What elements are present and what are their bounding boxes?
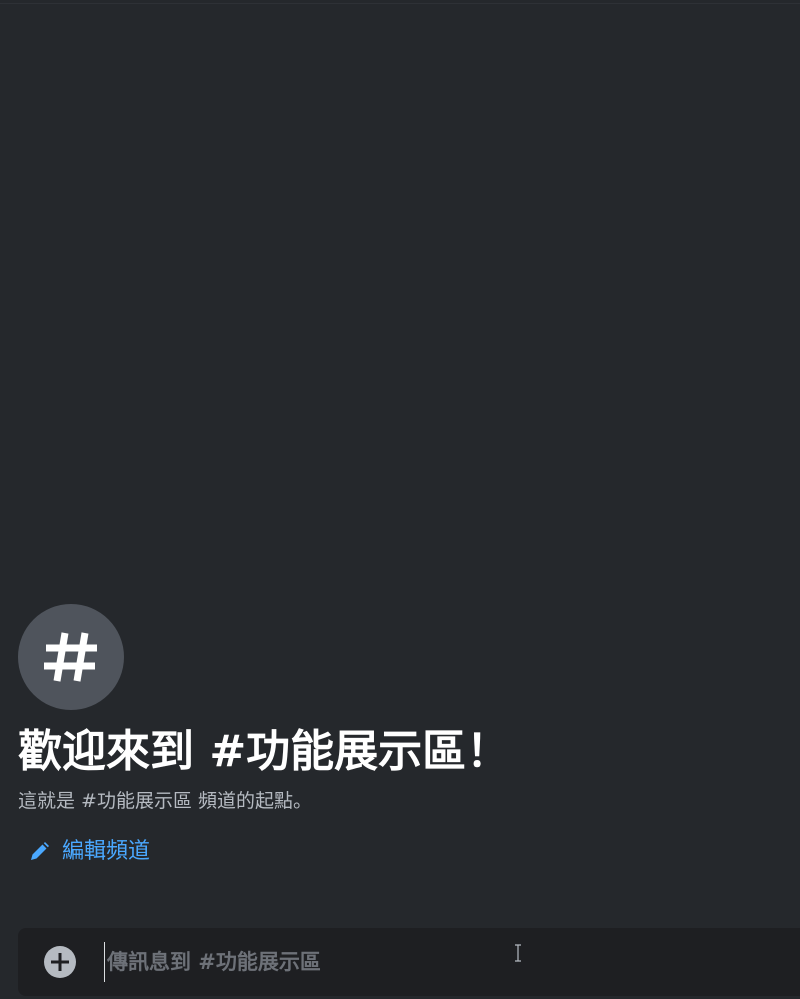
message-input[interactable] <box>104 942 797 982</box>
plus-circle-icon[interactable] <box>44 946 76 978</box>
chat-view: 歡迎來到 #功能展示區！ 這就是 #功能展示區 頻道的起點。 編輯頻道 <box>0 0 800 999</box>
edit-channel-label: 編輯頻道 <box>62 839 151 864</box>
text-cursor-icon <box>515 944 521 962</box>
channel-avatar <box>18 604 124 710</box>
hash-icon <box>44 632 97 682</box>
welcome-title: 歡迎來到 #功能展示區！ <box>18 726 511 777</box>
edit-channel-link[interactable]: 編輯頻道 <box>28 838 150 866</box>
top-divider <box>0 3 800 4</box>
pencil-icon <box>28 841 50 863</box>
message-composer <box>18 928 800 996</box>
welcome-subtitle: 這就是 #功能展示區 頻道的起點。 <box>18 790 312 812</box>
channel-welcome: 歡迎來到 #功能展示區！ 這就是 #功能展示區 頻道的起點。 編輯頻道 <box>18 604 788 867</box>
